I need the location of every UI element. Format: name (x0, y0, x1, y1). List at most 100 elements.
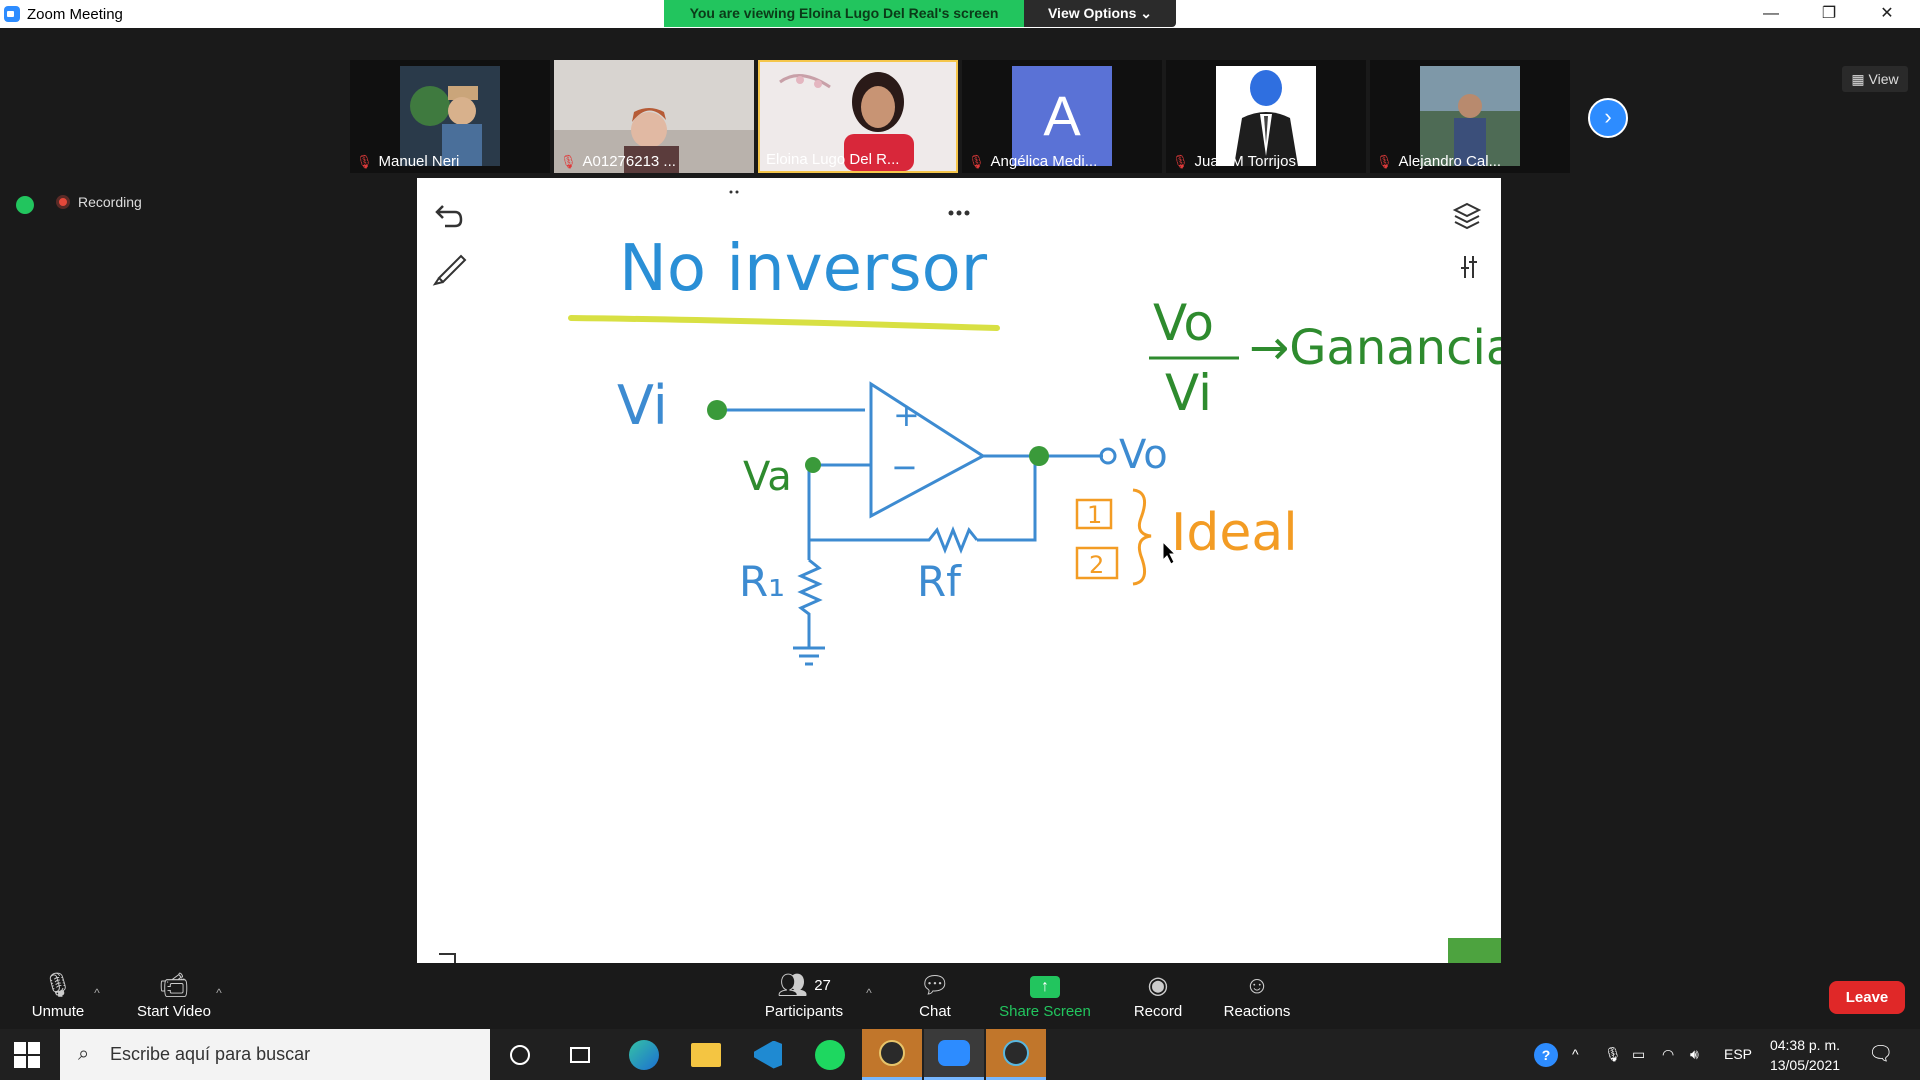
notification-center-icon[interactable]: 🗨︎ (1868, 1029, 1893, 1080)
meeting-area: 🎙︎ Manuel Neri 🎙︎ A01276213 ... Eloina Lug… (0, 28, 1920, 991)
help-icon[interactable]: ? (1534, 1029, 1558, 1080)
viewing-screen-banner: You are viewing Eloina Lugo Del Real's s… (664, 0, 1024, 27)
participant-name: Eloina Lugo Del R... (766, 151, 900, 168)
va-label: Va (743, 454, 792, 500)
windows-start-icon[interactable] (14, 1042, 40, 1068)
participant-name: 🎙︎ Alejandro Cal... (1376, 153, 1502, 170)
minimize-button[interactable]: — (1742, 0, 1800, 28)
participant-photo (1216, 66, 1316, 166)
zoom-taskbar-icon[interactable] (924, 1029, 984, 1080)
unmute-button[interactable]: 🎙︎ Unmute (20, 963, 96, 1029)
vo-label: Vo (1119, 432, 1168, 478)
participants-count: 27 (814, 977, 831, 994)
participant-tile[interactable]: 🎙︎ Alejandro Cal... (1370, 60, 1570, 173)
reactions-button[interactable]: ☺︎ Reactions (1214, 963, 1300, 1029)
participant-tile[interactable]: 🎙︎ Manuel Neri (350, 60, 550, 173)
participant-tile-active-speaker[interactable]: Eloina Lugo Del R... (758, 60, 958, 173)
volume-icon[interactable]: 🔊︎ (1690, 1029, 1699, 1080)
cortana-icon[interactable] (490, 1029, 550, 1080)
participant-tile[interactable]: 🎙︎ A01276213 ... (554, 60, 754, 173)
whiteboard-canvas: No inversor + − Vi Va Vo R₁ Rf 1 2 Ideal… (432, 190, 1501, 991)
view-options-button[interactable]: View Options ⌄ (1024, 0, 1176, 27)
reactions-smiley-icon: ☺︎ (1244, 972, 1270, 999)
r1-label: R₁ (739, 557, 785, 606)
mic-muted-icon: 🎙︎ (1172, 154, 1189, 169)
system-clock[interactable]: 04:38 p. m. 13/05/2021 (1760, 1035, 1850, 1075)
audio-options-caret-icon[interactable]: ^ (88, 963, 106, 1029)
participant-name: 🎙︎ Manuel Neri (356, 153, 460, 170)
pen-tool-icon[interactable] (432, 254, 467, 286)
share-screen-icon: ↑ (995, 969, 1095, 1003)
va-node (805, 457, 821, 473)
file-explorer-icon[interactable] (676, 1029, 736, 1080)
adjust-sliders-icon[interactable] (1461, 256, 1477, 278)
chat-button[interactable]: 💬︎ Chat (900, 963, 970, 1029)
mic-muted-icon: 🎙︎ (968, 154, 985, 169)
participant-tile[interactable]: A 🎙︎ Angélica Medi... (962, 60, 1162, 173)
video-options-caret-icon[interactable]: ^ (210, 963, 228, 1029)
ganancia-label: →Ganancia (1249, 320, 1501, 376)
vi-node (707, 400, 727, 420)
taskbar-search-box[interactable]: ⌕ Escribe aquí para buscar (60, 1029, 490, 1080)
ratio-numerator: Vo (1153, 294, 1214, 352)
share-screen-button[interactable]: ↑ Share Screen (995, 963, 1095, 1029)
start-video-button[interactable]: 📹︎ Start Video (128, 963, 220, 1029)
league-client-icon[interactable] (862, 1029, 922, 1080)
layers-icon[interactable] (1452, 202, 1482, 230)
video-off-icon: 📹︎ (158, 972, 190, 999)
record-button[interactable]: ◉ Record (1120, 963, 1196, 1029)
record-icon: ◉ (1147, 972, 1169, 999)
whiteboard-title: No inversor (619, 232, 988, 306)
participant-name: 🎙︎ A01276213 ... (560, 153, 676, 170)
mic-muted-icon: 🎙︎ (1376, 154, 1393, 169)
chat-bubble-icon: 💬︎ (919, 972, 951, 999)
windows-taskbar: ⌕ Escribe aquí para buscar ? ^ 🎙︎ ▭ ◠ 🔊︎… (0, 1029, 1920, 1080)
wifi-icon[interactable]: ◠ (1662, 1029, 1674, 1080)
participants-button[interactable]: 👥︎ 27 Participants (758, 963, 850, 1029)
window-title-bar: Zoom Meeting You are viewing Eloina Lugo… (0, 0, 1920, 28)
view-button[interactable]: ▦ View (1842, 66, 1908, 92)
edge-browser-icon[interactable] (614, 1029, 674, 1080)
more-options-icon[interactable] (948, 210, 970, 216)
tray-chevron-icon[interactable]: ^ (1572, 1029, 1579, 1080)
meeting-toolbar: 🎙︎ Unmute ^ 📹︎ Start Video ^ 👥︎ 27 Parti… (0, 963, 1920, 1029)
minus-input-label: − (891, 448, 918, 486)
zoom-app-icon (4, 6, 20, 22)
league-game-icon[interactable] (986, 1029, 1046, 1080)
close-window-button[interactable]: ✕ (1858, 0, 1916, 28)
participant-name: 🎙︎ Juan M Torrijos (1172, 153, 1296, 170)
spotify-icon[interactable] (800, 1029, 860, 1080)
next-page-arrow-icon[interactable]: › (1588, 98, 1628, 138)
participant-tile[interactable]: 🎙︎ Juan M Torrijos (1166, 60, 1366, 173)
participant-name: 🎙︎ Angélica Medi... (968, 153, 1098, 170)
participants-caret-icon[interactable]: ^ (860, 963, 878, 1029)
maximize-button[interactable]: ❐ (1800, 0, 1858, 28)
vscode-icon[interactable] (738, 1029, 798, 1080)
security-shield-icon[interactable] (16, 196, 34, 214)
recording-dot-icon (56, 195, 70, 209)
rf-label: Rf (917, 557, 962, 606)
curly-brace (1132, 488, 1152, 586)
language-indicator[interactable]: ESP (1724, 1029, 1752, 1080)
participant-avatar: A (1012, 66, 1112, 166)
participant-photo (1420, 66, 1520, 166)
mic-muted-icon: 🎙︎ (42, 972, 74, 999)
shared-screen: No inversor + − Vi Va Vo R₁ Rf 1 2 Ideal… (417, 178, 1501, 991)
participants-icon: 👥︎ 27 (777, 972, 831, 999)
page-dot-icon (729, 190, 733, 194)
undo-icon[interactable] (435, 205, 463, 228)
grid-icon: ▦ (1851, 71, 1869, 87)
battery-icon[interactable]: ▭ (1632, 1029, 1645, 1080)
ratio-denominator: Vi (1165, 364, 1212, 422)
condition-2-label: 2 (1089, 551, 1104, 579)
mic-muted-icon: 🎙︎ (560, 154, 577, 169)
task-view-icon[interactable] (550, 1029, 610, 1080)
mic-muted-icon: 🎙︎ (356, 154, 373, 169)
leave-meeting-button[interactable]: Leave (1829, 981, 1905, 1014)
plus-input-label: + (893, 396, 920, 434)
page-dot-icon (735, 190, 739, 194)
title-underline (568, 315, 1000, 331)
search-icon: ⌕ (78, 1043, 90, 1065)
vo-node (1029, 446, 1049, 466)
microphone-tray-icon[interactable]: 🎙︎ (1604, 1029, 1622, 1080)
